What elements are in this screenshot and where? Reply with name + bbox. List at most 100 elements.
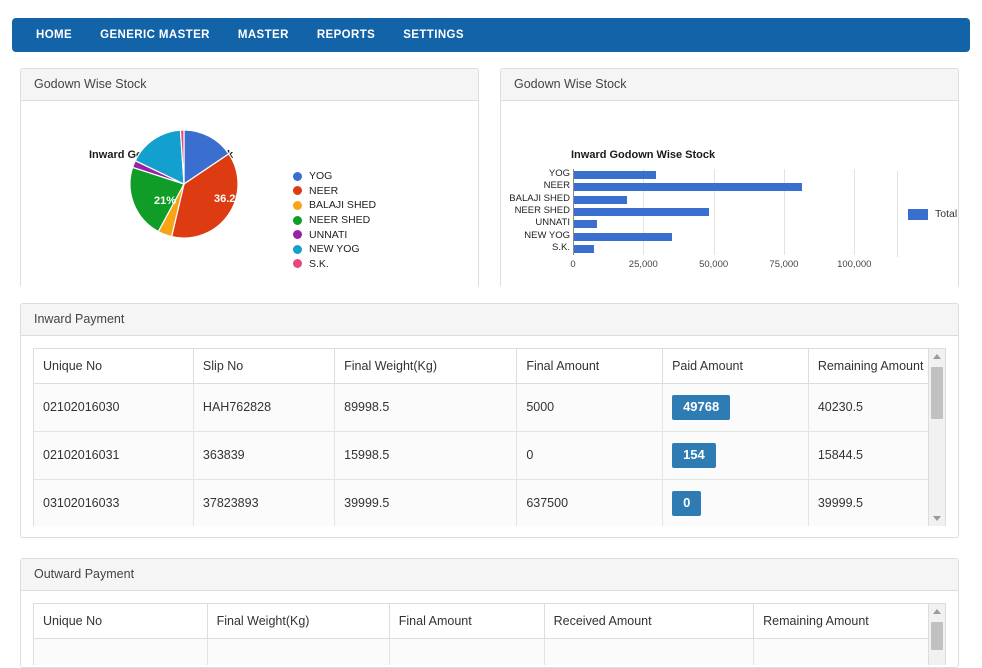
pie-legend-item[interactable]: YOG <box>293 169 376 184</box>
nav-item-home[interactable]: HOME <box>22 20 86 50</box>
bar-chart-bar: BALAJI SHED <box>509 193 628 204</box>
pie-chart <box>129 129 239 239</box>
paid-amount-badge[interactable]: 154 <box>672 442 716 468</box>
bar-x-tick-label: 100,000 <box>837 259 872 270</box>
inward-cell-final-amount: 637500 <box>516 479 664 526</box>
main-navigation: HOME GENERIC MASTER MASTER REPORTS SETTI… <box>12 18 970 52</box>
outward-col-unique-no: Unique No <box>34 604 208 639</box>
bar-chart-plot: 0 25,000 50,000 75,000 100,000 YOG NEER BALAJI … <box>509 169 888 270</box>
scroll-down-arrow-icon[interactable] <box>929 511 945 526</box>
inward-cell-final-weight: 39999.5 <box>334 479 518 526</box>
pie-legend: YOG NEER BALAJI SHED NEER SHED UNNATI NEW YOG… <box>293 169 376 271</box>
inward-cell-final-amount: 5000 <box>516 383 664 432</box>
bar-legend-swatch-total <box>908 208 928 220</box>
paid-amount-badge[interactable]: 0 <box>672 490 702 516</box>
bar-x-tick-label: 50,000 <box>699 259 729 270</box>
inward-payment-table: Unique No Slip No Final Weight(Kg) Final… <box>34 349 945 526</box>
inward-cell-final-weight: 15998.5 <box>334 431 518 480</box>
pie-legend-item[interactable]: S.K. <box>293 257 376 272</box>
godown-wise-stock-pie-panel: Godown Wise Stock Inward Godown Wise Sto… <box>20 68 479 288</box>
inward-cell-unique-no: 02102016031 <box>34 431 194 480</box>
bar-category-label: YOG <box>548 168 570 180</box>
outward-table-body <box>34 638 945 665</box>
bar-fill <box>574 208 709 216</box>
pie-legend-item[interactable]: NEER SHED <box>293 213 376 228</box>
legend-color-dot <box>293 215 302 225</box>
inward-cell-slip-no: 37823893 <box>193 479 336 526</box>
scroll-up-arrow-icon[interactable] <box>929 604 945 619</box>
bar-chart-bar: NEW YOG <box>524 230 673 241</box>
table-row[interactable] <box>34 638 945 665</box>
pie-legend-label: NEER SHED <box>309 214 371 227</box>
inward-panel-header: Inward Payment <box>21 304 958 336</box>
bar-panel-body: Inward Godown Wise Stock 0 25,000 50,000 75… <box>501 101 958 288</box>
inward-table-wrap: Unique No Slip No Final Weight(Kg) Final… <box>33 348 946 526</box>
bar-x-tick-label: 75,000 <box>769 259 799 270</box>
pie-legend-label: S.K. <box>309 257 329 270</box>
outward-table-scrollbar[interactable] <box>928 604 945 665</box>
outward-scroll-thumb[interactable] <box>931 622 943 650</box>
table-row[interactable]: 02102016031 363839 15998.5 0 154 15844.5 <box>34 431 945 480</box>
nav-item-settings[interactable]: SETTINGS <box>389 20 478 50</box>
table-row[interactable]: 02102016030 HAH762828 89998.5 5000 49768 4023… <box>34 383 945 432</box>
outward-col-final-weight: Final Weight(Kg) <box>207 604 390 639</box>
inward-cell-paid-amount: 154 <box>662 431 809 480</box>
bar-category-label: NEER <box>543 180 570 192</box>
legend-color-dot <box>293 186 302 196</box>
table-row[interactable]: 03102016033 37823893 39999.5 637500 0 39999.5 <box>34 479 945 526</box>
pie-legend-item[interactable]: UNNATI <box>293 227 376 242</box>
nav-item-generic-master[interactable]: GENERIC MASTER <box>86 20 224 50</box>
pie-slice-label-neer: 36.2% <box>214 193 246 205</box>
inward-cell-remaining-amount: 40230.5 <box>808 383 945 432</box>
bar-chart-gridline <box>783 169 785 255</box>
legend-color-dot <box>293 230 302 240</box>
bar-chart-bar: NEER SHED <box>515 206 709 216</box>
outward-table-wrap: Unique No Final Weight(Kg) Final Amount … <box>33 603 946 665</box>
inward-cell-slip-no: 363839 <box>193 431 336 480</box>
inward-payment-panel: Inward Payment Unique No Slip No Final W… <box>20 303 959 538</box>
outward-table-header-row: Unique No Final Weight(Kg) Final Amount … <box>34 604 945 639</box>
inward-cell-remaining-amount: 39999.5 <box>808 479 945 526</box>
bar-fill <box>574 183 802 192</box>
outward-col-remaining-amount: Remaining Amount <box>753 604 945 639</box>
pie-legend-item[interactable]: NEW YOG <box>293 242 376 257</box>
inward-cell-unique-no: 03102016033 <box>34 479 194 526</box>
inward-col-paid-amount: Paid Amount <box>662 349 809 384</box>
nav-item-reports[interactable]: REPORTS <box>303 20 389 50</box>
inward-cell-paid-amount: 49768 <box>662 383 809 432</box>
bar-fill <box>574 195 628 204</box>
paid-amount-badge[interactable]: 49768 <box>672 395 731 420</box>
pie-legend-item[interactable]: NEER <box>293 184 376 199</box>
nav-item-master[interactable]: MASTER <box>224 20 303 50</box>
outward-panel-header: Outward Payment <box>21 559 958 591</box>
inward-table-scrollbar[interactable] <box>928 349 945 526</box>
inward-scroll-thumb[interactable] <box>931 367 943 419</box>
inward-cell-paid-amount: 0 <box>662 479 809 526</box>
bar-panel-header: Godown Wise Stock <box>501 69 958 101</box>
bar-category-label: S.K. <box>552 241 570 253</box>
inward-panel-body: Unique No Slip No Final Weight(Kg) Final… <box>21 348 958 526</box>
outward-col-received-amount: Received Amount <box>544 604 755 639</box>
inward-cell-slip-no: HAH762828 <box>193 383 336 432</box>
bar-legend: Total <box>897 171 957 257</box>
inward-cell-final-amount: 0 <box>516 431 664 480</box>
outward-payment-panel: Outward Payment Unique No Final Weight(K… <box>20 558 959 668</box>
inward-col-remaining-amount: Remaining Amount <box>808 349 945 384</box>
bar-category-label: NEER SHED <box>514 205 570 216</box>
pie-legend-label: BALAJI SHED <box>309 199 377 212</box>
legend-color-dot <box>293 259 302 269</box>
bar-chart-bar: NEER <box>544 181 802 192</box>
legend-color-dot <box>293 171 302 181</box>
pie-legend-label: NEW YOG <box>309 243 360 256</box>
bar-fill <box>574 244 594 253</box>
inward-table-header-row: Unique No Slip No Final Weight(Kg) Final… <box>34 349 945 384</box>
inward-cell-unique-no: 02102016030 <box>34 383 194 432</box>
inward-col-final-amount: Final Amount <box>516 349 664 384</box>
bar-fill <box>574 232 673 241</box>
bar-category-label: NEW YOG <box>524 229 570 241</box>
pie-panel-body: Inward Godown Wise Stock 36.2% 21% YOGNE… <box>21 101 478 288</box>
outward-payment-table: Unique No Final Weight(Kg) Final Amount … <box>34 604 945 665</box>
pie-legend-label: NEER <box>309 184 339 197</box>
scroll-up-arrow-icon[interactable] <box>929 349 945 364</box>
pie-legend-item[interactable]: BALAJI SHED <box>293 198 376 213</box>
